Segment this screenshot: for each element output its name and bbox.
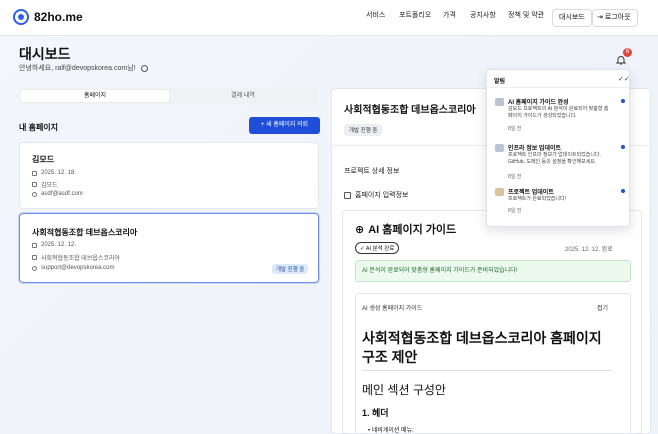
greeting-text: 안녕하세요, ralf@devopskorea.com님! (19, 65, 136, 72)
card-org-text: 사회적협동조합 데브옵스코리아 (41, 256, 120, 262)
guide-list-item: • 네비게이션 메뉴: (368, 428, 414, 434)
card-org-text: 김모드 (41, 183, 58, 189)
greeting: 안녕하세요, ralf@devopskorea.com님! (19, 63, 148, 73)
project-info-heading: 프로젝트 상세 정보 (344, 168, 400, 175)
notification-dropdown: 알림 ✓✓ AI 홈페이지 가이드 완성 김모드 프로젝트의 AI 분석이 완료… (486, 69, 630, 227)
user-icon (32, 191, 37, 197)
gear-icon[interactable] (140, 64, 148, 72)
card-org: 김모드 (32, 180, 58, 189)
notification-body: 프로젝트가 완료되었습니다! (508, 196, 566, 202)
guide-list-item-text: 네비게이션 메뉴: (371, 428, 414, 434)
tab-payments[interactable]: 결제 내역 (169, 90, 317, 102)
guide-title-text: AI 홈페이지 가이드 (368, 224, 457, 236)
notification-time: 8일 전 (508, 208, 522, 214)
notification-title: 인프라 정보 업데이트 (508, 146, 562, 152)
unread-dot (621, 145, 625, 149)
guide-content: AI 생성 홈페이지 가이드 접기 사회적협동조합 데브옵스코리아 홈페이지 구… (355, 293, 631, 434)
nav-services[interactable]: 서비스 (366, 10, 385, 20)
card-date: 2025. 12. 18. (32, 170, 76, 176)
nav-policies[interactable]: 정책 및 약관 (508, 10, 544, 20)
guide-body-title: 사회적협동조합 데브옵스코리아 홈페이지 구조 제안 (362, 330, 602, 365)
logout-icon: ⇥ (597, 14, 605, 21)
unread-dot (621, 99, 625, 103)
status-badge: 개발 진행 중 (272, 264, 309, 274)
divider (487, 87, 629, 88)
input-info-label: 홈페이지 입력정보 (355, 192, 409, 199)
unread-dot (621, 189, 625, 193)
brand-logo[interactable]: 82ho.me (13, 9, 83, 25)
tab-homepages[interactable]: 홈페이지 (21, 90, 169, 102)
card-title: 김모드 (32, 155, 55, 164)
nav-pricing[interactable]: 가격 (443, 10, 456, 20)
new-homepage-button[interactable]: + 새 홈페이지 의뢰 (249, 117, 320, 134)
card-title: 사회적협동조합 데브옵스코리아 (32, 228, 138, 237)
notification-time: 8일 전 (508, 174, 522, 180)
calendar-icon (32, 242, 37, 248)
card-org: 사회적협동조합 데브옵스코리아 (32, 253, 120, 262)
tab-bar: 홈페이지 결제 내역 (19, 88, 319, 104)
notification-title: 프로젝트 업데이트 (508, 190, 554, 196)
ai-guide-box: ⊕ AI 홈페이지 가이드 ✓ AI 분석 완료 2025. 12. 12. 완료… (342, 210, 642, 434)
section-title: 내 홈페이지 (19, 123, 59, 132)
guide-subheading: 1. 헤더 (362, 408, 389, 418)
notification-header: 알림 (494, 79, 506, 85)
building-icon (32, 255, 37, 260)
analysis-done-text: AI 분석 완료 (365, 246, 395, 252)
nav-portfolio[interactable]: 포트폴리오 (399, 10, 431, 20)
guide-date: 2025. 12. 12. 완료 (565, 247, 613, 253)
card-date-text: 2025. 12. 12. (41, 242, 77, 248)
card-email: support@devopskorea.com (32, 265, 114, 271)
card-date: 2025. 12. 12. (32, 242, 76, 248)
document-icon (344, 191, 351, 199)
success-alert: AI 분석이 완료되어 맞춤형 홈페이지 가이드가 준비되었습니다! (355, 260, 631, 282)
notification-body: 프로젝트 인프라 정보가 업데이트되었습니다. GitHub, 도메인 등의 설… (508, 152, 601, 165)
user-icon (32, 265, 37, 271)
detail-status-badge: 개발 진행 중 (344, 124, 383, 136)
logout-label: 로그아웃 (604, 14, 631, 21)
notification-count-badge: 6 (623, 48, 632, 57)
dashboard-button[interactable]: 대시보드 (552, 9, 592, 27)
megaphone-icon (495, 98, 504, 106)
notification-item[interactable]: 인프라 정보 업데이트 프로젝트 인프라 정보가 업데이트되었습니다. GitH… (495, 143, 625, 183)
input-info-link[interactable]: 홈페이지 입력정보 (344, 190, 408, 200)
sparkle-icon: ⊕ (355, 223, 365, 236)
calendar-icon (32, 170, 37, 176)
guide-content-header: AI 생성 홈페이지 가이드 (362, 306, 423, 312)
notification-item[interactable]: 프로젝트 업데이트 프로젝트가 완료되었습니다! 8일 전 (495, 187, 625, 217)
logout-button[interactable]: ⇥ 로그아웃 (592, 9, 638, 27)
notification-item[interactable]: AI 홈페이지 가이드 완성 김모드 프로젝트의 AI 분석이 완료되어 맞춤형… (495, 97, 625, 133)
guide-section-heading: 메인 섹션 구성안 (362, 383, 446, 397)
building-icon (32, 182, 37, 187)
notification-time: 8일 전 (508, 126, 522, 132)
divider (362, 370, 612, 371)
notification-body: 김모드 프로젝트의 AI 분석이 완료되어 맞춤형 홈페이지 가이드가 생성되었… (508, 106, 609, 119)
project-card[interactable]: 김모드 2025. 12. 18. 김모드 asdf@asdf.com (19, 142, 319, 209)
card-email-text: asdf@asdf.com (41, 191, 83, 197)
card-email-text: support@devopskorea.com (41, 265, 115, 271)
megaphone-icon (495, 144, 504, 152)
notification-title: AI 홈페이지 가이드 완성 (508, 100, 569, 106)
card-email: asdf@asdf.com (32, 191, 83, 197)
guide-title: ⊕ AI 홈페이지 가이드 (355, 221, 456, 237)
brand-name: 82ho.me (34, 10, 83, 24)
analysis-done-badge: ✓ AI 분석 완료 (355, 242, 400, 254)
top-navbar: 82ho.me 서비스 포트폴리오 가격 공지사항 정책 및 약관 대시보드 ⇥… (0, 0, 658, 36)
detail-title: 사회적협동조합 데브옵스코리아 (344, 105, 476, 116)
page-title: 대시보드 (19, 46, 71, 62)
package-icon (495, 188, 504, 196)
project-card[interactable]: 사회적협동조합 데브옵스코리아 2025. 12. 12. 사회적협동조합 데브… (19, 213, 319, 283)
logo-icon (13, 9, 29, 25)
nav-notices[interactable]: 공지사항 (470, 10, 496, 20)
collapse-button[interactable]: 접기 (597, 303, 608, 312)
notification-bell[interactable]: 6 (615, 48, 632, 65)
mark-all-read-icon[interactable]: ✓✓ (618, 75, 630, 83)
card-date-text: 2025. 12. 18. (41, 170, 77, 176)
